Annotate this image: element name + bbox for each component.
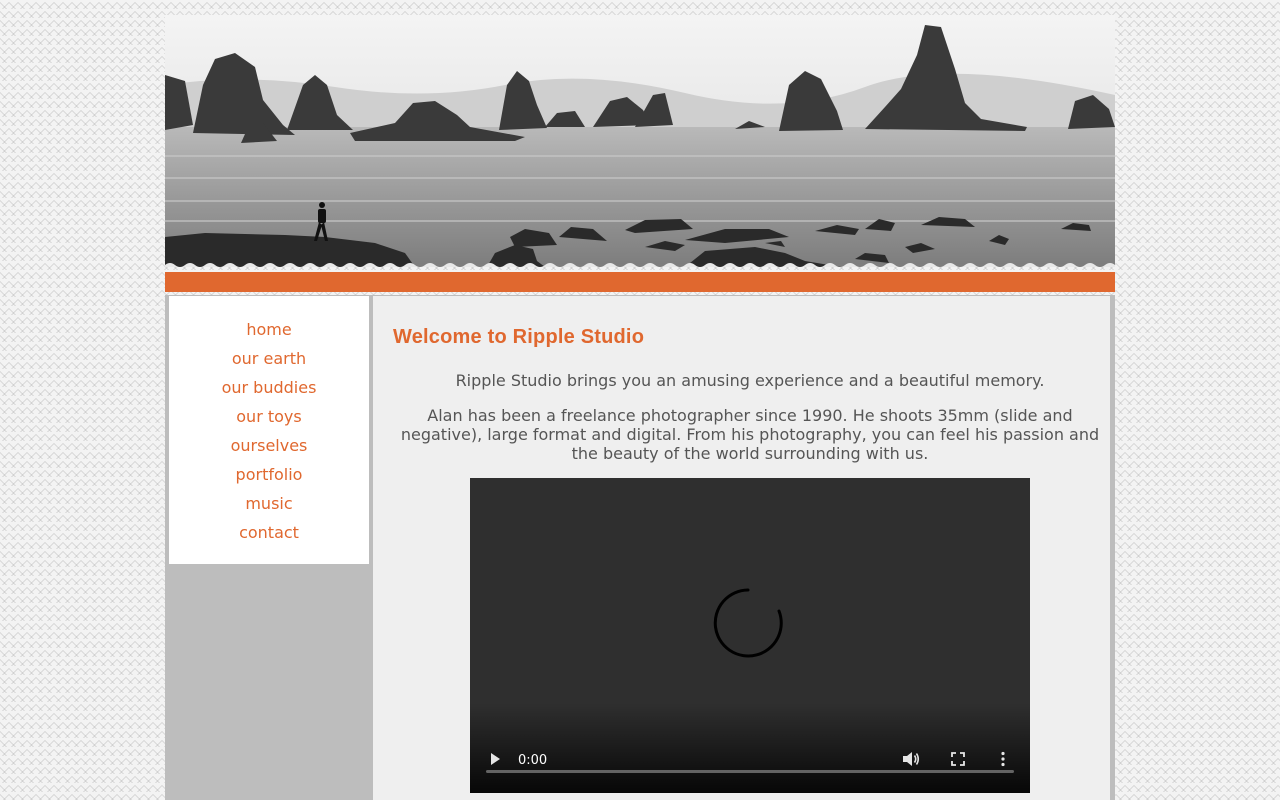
header-banner-image (165, 15, 1115, 267)
nav-link-our-earth[interactable]: our earth (232, 349, 306, 368)
nav-item-home: home (169, 318, 369, 347)
video-player[interactable]: 0:00 (470, 478, 1030, 793)
accent-divider-bar (165, 272, 1115, 292)
nav-item-ourselves: ourselves (169, 434, 369, 463)
nav-item-our-earth: our earth (169, 347, 369, 376)
nav-link-ourselves[interactable]: ourselves (231, 436, 308, 455)
nav-link-portfolio[interactable]: portfolio (236, 465, 303, 484)
bio-paragraph: Alan has been a freelance photographer s… (400, 406, 1100, 463)
nav-link-contact[interactable]: contact (239, 523, 299, 542)
nav-item-portfolio: portfolio (169, 463, 369, 492)
nav-list: home our earth our buddies our toys ours… (169, 296, 369, 550)
main-content: Welcome to Ripple Studio Ripple Studio b… (373, 296, 1110, 800)
nav-link-music[interactable]: music (245, 494, 292, 513)
sidebar-navigation: home our earth our buddies our toys ours… (169, 296, 369, 564)
page: home our earth our buddies our toys ours… (165, 15, 1115, 800)
loading-spinner-icon (713, 588, 783, 658)
nav-link-our-toys[interactable]: our toys (236, 407, 301, 426)
page-title: Welcome to Ripple Studio (393, 326, 645, 348)
more-options-icon[interactable] (1000, 751, 1006, 771)
video-time-display: 0:00 (518, 753, 548, 768)
video-progress-bar[interactable] (486, 770, 1014, 773)
video-controls: 0:00 (470, 733, 1030, 793)
nav-item-music: music (169, 492, 369, 521)
fullscreen-icon[interactable] (950, 751, 966, 771)
play-icon[interactable] (488, 752, 502, 770)
nav-link-our-buddies[interactable]: our buddies (222, 378, 317, 397)
volume-icon[interactable] (902, 751, 920, 771)
nav-link-home[interactable]: home (246, 320, 291, 339)
content-area: home our earth our buddies our toys ours… (165, 295, 1115, 800)
nav-item-our-toys: our toys (169, 405, 369, 434)
intro-paragraph: Ripple Studio brings you an amusing expe… (455, 371, 1045, 390)
nav-item-our-buddies: our buddies (169, 376, 369, 405)
nav-item-contact: contact (169, 521, 369, 550)
